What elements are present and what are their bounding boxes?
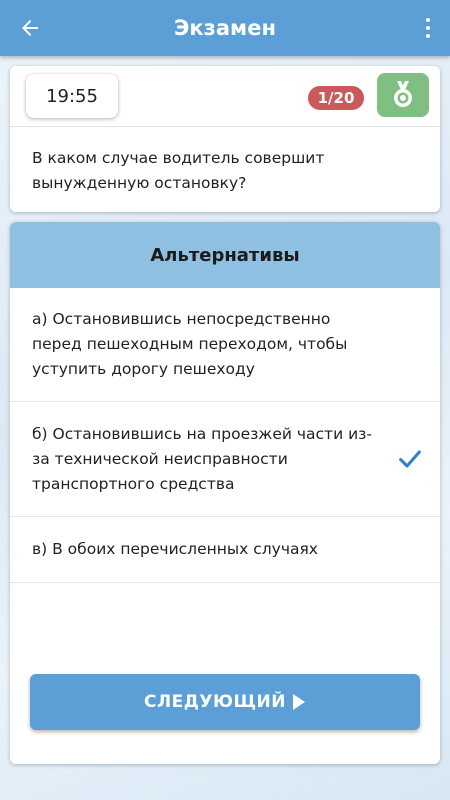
- next-button[interactable]: СЛЕДУЮЩИЙ: [30, 674, 420, 730]
- answer-option-text: б) Остановившись на проезжей части из-за…: [32, 424, 372, 493]
- answers-header: Альтернативы: [10, 222, 440, 288]
- question-text: В каком случае водитель совершит вынужде…: [32, 149, 325, 192]
- answers-card: Альтернативы а) Остановившись непосредст…: [10, 222, 440, 764]
- question-card: 19:55 1/20 В каком случае водитель совер…: [10, 66, 440, 212]
- check-icon: [399, 450, 421, 468]
- answer-option-text: а) Остановившись непосредственно перед п…: [32, 310, 348, 378]
- divider: [10, 126, 440, 127]
- answer-option-a[interactable]: а) Остановившись непосредственно перед п…: [10, 288, 440, 402]
- answer-option-text: в) В обоих перечисленных случаях: [32, 540, 318, 558]
- answer-option-b[interactable]: б) Остановившись на проезжей части из-за…: [10, 402, 440, 517]
- play-icon: [292, 694, 305, 710]
- more-vertical-icon[interactable]: [420, 10, 436, 46]
- medal-button[interactable]: [377, 73, 429, 117]
- next-button-label: СЛЕДУЮЩИЙ: [144, 692, 286, 712]
- app-bar: Экзамен: [0, 0, 450, 56]
- page-title: Экзамен: [174, 16, 276, 40]
- timer: 19:55: [26, 74, 118, 118]
- question-counter-badge: 1/20: [308, 86, 364, 110]
- answer-option-c[interactable]: в) В обоих перечисленных случаях: [10, 517, 440, 583]
- medal-icon: [394, 81, 412, 107]
